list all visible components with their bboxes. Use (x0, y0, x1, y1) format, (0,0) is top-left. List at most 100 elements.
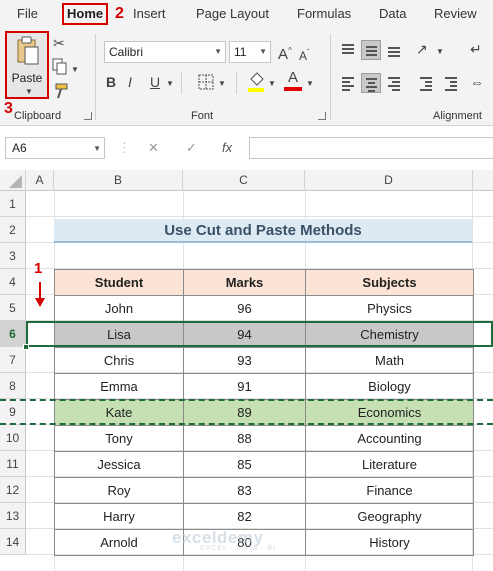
font-size-select[interactable]: 11 ▼ (229, 41, 271, 63)
increase-indent-button[interactable] (441, 73, 461, 93)
cell-marks[interactable]: 85 (183, 451, 306, 478)
cell-marks[interactable]: 94 (183, 321, 306, 348)
tab-formulas[interactable]: Formulas (297, 5, 351, 23)
borders-dropdown-icon[interactable]: ▼ (218, 75, 226, 93)
tab-review[interactable]: Review (434, 5, 477, 23)
separator (236, 72, 237, 94)
cell-marks[interactable]: 82 (183, 503, 306, 530)
italic-button[interactable]: I (128, 73, 132, 91)
cell-student[interactable]: Chris (54, 347, 184, 374)
enter-check-icon[interactable]: ✓ (186, 140, 197, 156)
formula-input[interactable] (249, 137, 493, 159)
shrink-font-button[interactable]: Aˇ (299, 44, 310, 65)
cell-student[interactable]: Roy (54, 477, 184, 504)
header-student[interactable]: Student (54, 269, 184, 296)
format-painter-button[interactable] (53, 82, 69, 104)
tab-home[interactable]: Home (62, 3, 109, 25)
cell-student[interactable]: Lisa (54, 321, 184, 348)
cell-student[interactable]: Jessica (54, 451, 184, 478)
font-color-dropdown-icon[interactable]: ▼ (306, 75, 314, 93)
bottom-align-button[interactable] (384, 40, 404, 60)
align-left-button[interactable] (338, 73, 358, 93)
cell-subject[interactable]: Economics (305, 399, 474, 426)
cell-marks[interactable]: 88 (183, 425, 306, 452)
decrease-indent-button[interactable] (416, 73, 436, 93)
cell-student[interactable]: Kate (54, 399, 184, 426)
merge-center-button[interactable]: ⇔ (470, 73, 484, 91)
cell-marks[interactable]: 83 (183, 477, 306, 504)
grow-font-button[interactable]: A^ (278, 42, 292, 64)
page-title[interactable]: Use Cut and Paste Methods (54, 219, 472, 243)
row-header-10[interactable]: 10 (0, 425, 26, 451)
row-header-12[interactable]: 12 (0, 477, 26, 503)
fill-handle[interactable] (23, 344, 29, 350)
cell-subject[interactable]: Accounting (305, 425, 474, 452)
row-header-3[interactable]: 3 (0, 243, 26, 269)
cell-student[interactable]: Harry (54, 503, 184, 530)
font-color-swatch (284, 87, 302, 91)
font-name-select[interactable]: Calibri ▼ (104, 41, 226, 63)
cut-button[interactable]: ✂ (53, 34, 65, 52)
cell-marks[interactable]: 96 (183, 295, 306, 322)
font-launcher-icon[interactable] (318, 112, 326, 120)
underline-button[interactable]: U (150, 73, 160, 91)
align-right-button[interactable] (384, 73, 404, 93)
row-header-11[interactable]: 11 (0, 451, 26, 477)
cell-student[interactable]: Arnold (54, 529, 184, 556)
header-subjects[interactable]: Subjects (305, 269, 474, 296)
name-box[interactable]: A6 ▼ (5, 137, 105, 159)
row-header-2[interactable]: 2 (0, 217, 26, 243)
bold-button[interactable]: B (106, 73, 116, 91)
cell-marks[interactable]: 89 (183, 399, 306, 426)
cell-subject[interactable]: Finance (305, 477, 474, 504)
orientation-dropdown-icon[interactable]: ▼ (436, 43, 444, 61)
top-align-button[interactable] (338, 40, 358, 60)
column-header-a[interactable]: A (26, 170, 54, 191)
cell-subject[interactable]: Geography (305, 503, 474, 530)
row-header-5[interactable]: 5 (0, 295, 26, 321)
tab-page-layout[interactable]: Page Layout (196, 5, 269, 23)
underline-dropdown-icon[interactable]: ▼ (166, 75, 174, 93)
clipboard-launcher-icon[interactable] (84, 112, 92, 120)
cell-subject[interactable]: History (305, 529, 474, 556)
align-center-button[interactable] (361, 73, 381, 93)
cell-marks[interactable]: 91 (183, 373, 306, 400)
cell-subject[interactable]: Physics (305, 295, 474, 322)
wrap-text-button[interactable]: ↵ (470, 40, 482, 58)
cell-student[interactable]: Emma (54, 373, 184, 400)
row-header-13[interactable]: 13 (0, 503, 26, 529)
column-header-d[interactable]: D (305, 170, 473, 191)
cell-student[interactable]: Tony (54, 425, 184, 452)
row-header-7[interactable]: 7 (0, 347, 26, 373)
paste-button[interactable]: Paste ▼ (5, 31, 49, 99)
borders-button[interactable] (198, 74, 214, 94)
header-marks[interactable]: Marks (183, 269, 306, 296)
middle-align-button[interactable] (361, 40, 381, 60)
copy-dropdown-icon[interactable]: ▼ (71, 61, 79, 79)
row-header-1[interactable]: 1 (0, 191, 26, 217)
cell-student[interactable]: John (54, 295, 184, 322)
cancel-icon[interactable]: ✕ (148, 140, 159, 156)
row-header-8[interactable]: 8 (0, 373, 26, 399)
copy-button[interactable] (52, 58, 68, 80)
tab-file[interactable]: File (17, 5, 38, 23)
insert-function-button[interactable]: fx (222, 140, 232, 155)
cell-subject[interactable]: Biology (305, 373, 474, 400)
tab-insert[interactable]: Insert (133, 5, 166, 23)
select-all-corner[interactable] (0, 170, 26, 191)
font-color-button[interactable]: A (284, 70, 302, 91)
cell-marks[interactable]: 93 (183, 347, 306, 374)
tab-data[interactable]: Data (379, 5, 406, 23)
orientation-button[interactable]: ↗ (416, 40, 428, 58)
row-header-9[interactable]: 9 (0, 399, 26, 425)
row-header-4[interactable]: 4 (0, 269, 26, 295)
chevron-down-icon[interactable]: ▼ (25, 87, 33, 96)
fill-color-button[interactable] (247, 71, 265, 97)
cell-subject[interactable]: Chemistry (305, 321, 474, 348)
cell-subject[interactable]: Literature (305, 451, 474, 478)
column-header-c[interactable]: C (183, 170, 305, 191)
row-header-14[interactable]: 14 (0, 529, 26, 555)
column-header-b[interactable]: B (54, 170, 183, 191)
cell-subject[interactable]: Math (305, 347, 474, 374)
fill-color-dropdown-icon[interactable]: ▼ (268, 75, 276, 93)
